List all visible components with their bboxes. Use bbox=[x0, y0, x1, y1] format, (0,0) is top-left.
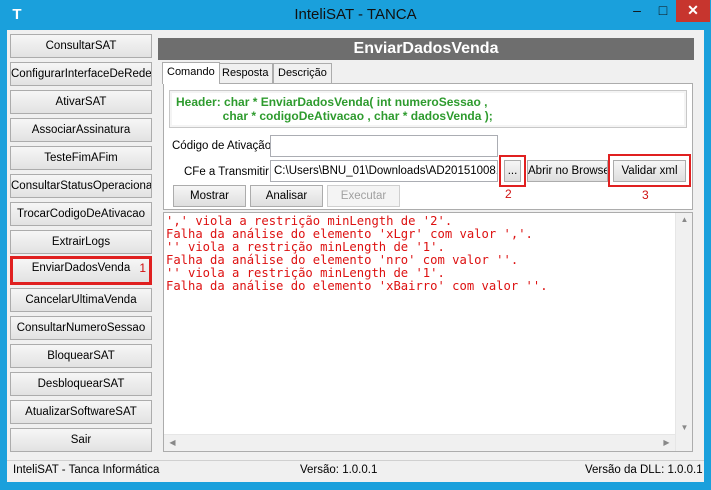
menu-consultarnumerosessao-button[interactable]: ConsultarNumeroSessao bbox=[10, 316, 152, 340]
annotation-1: 1 bbox=[139, 261, 146, 275]
output-line: '' viola a restrição minLength de '1'. bbox=[166, 240, 445, 254]
output-text-area[interactable]: ',' viola a restrição minLength de '2'. … bbox=[163, 212, 693, 452]
menu-atualizarsoftwaresat-button[interactable]: AtualizarSoftwareSAT bbox=[10, 400, 152, 424]
window-title: InteliSAT - TANCA bbox=[294, 6, 417, 23]
scroll-right-icon[interactable]: ▶ bbox=[658, 438, 675, 447]
output-line: Falha da análise do elemento 'xLgr' com … bbox=[166, 227, 533, 241]
status-version: Versão: 1.0.0.1 bbox=[300, 464, 378, 476]
menu-desbloquearsat-button[interactable]: DesbloquearSAT bbox=[10, 372, 152, 396]
cfe-path-input[interactable]: C:\Users\BNU_01\Downloads\AD2015100816: bbox=[270, 160, 498, 182]
menu-consultarsat-button[interactable]: ConsultarSAT bbox=[10, 34, 152, 58]
menu-cancelarultimavenda-button[interactable]: CancelarUltimaVenda bbox=[10, 288, 152, 312]
status-company: InteliSAT - Tanca Informática bbox=[13, 464, 160, 476]
title-bar[interactable]: T InteliSAT - TANCA – □ ✕ bbox=[0, 0, 711, 30]
menu-enviardadosvenda-button[interactable]: EnviarDadosVenda 1 bbox=[10, 256, 152, 285]
menu-trocarcodigodeativacao-button[interactable]: TrocarCodigoDeAtivacao bbox=[10, 202, 152, 226]
menu-associarassinatura-button[interactable]: AssociarAssinatura bbox=[10, 118, 152, 142]
highlight-frame-browse bbox=[499, 155, 526, 187]
annotation-3: 3 bbox=[642, 188, 649, 202]
menu-testefimafim-button[interactable]: TesteFimAFim bbox=[10, 146, 152, 170]
scroll-up-icon[interactable]: ▲ bbox=[676, 215, 693, 224]
executar-button[interactable]: Executar bbox=[327, 185, 400, 207]
output-line: Falha da análise do elemento 'xBairro' c… bbox=[166, 279, 548, 293]
scroll-left-icon[interactable]: ◀ bbox=[164, 438, 181, 447]
command-panel: EnviarDadosVenda Comando Resposta Descri… bbox=[158, 35, 698, 455]
tab-resposta[interactable]: Resposta bbox=[217, 63, 274, 83]
panel-title: EnviarDadosVenda bbox=[158, 38, 694, 60]
menu-sair-button[interactable]: Sair bbox=[10, 428, 152, 452]
highlight-frame-validar bbox=[608, 154, 691, 187]
header-line-2: char * codigoDeAtivacao , char * dadosVe… bbox=[176, 109, 493, 123]
tab-descricao[interactable]: Descrição bbox=[273, 63, 332, 83]
status-dll-version: Versão da DLL: 1.0.0.1 bbox=[585, 464, 703, 476]
app-window: T InteliSAT - TANCA – □ ✕ ConsultarSAT C… bbox=[0, 0, 711, 490]
menu-enviardadosvenda-label: EnviarDadosVenda bbox=[31, 262, 131, 274]
output-line: Falha da análise do elemento 'nro' com v… bbox=[166, 253, 519, 267]
maximize-button[interactable]: □ bbox=[650, 0, 676, 22]
menu-extrairlogs-button[interactable]: ExtrairLogs bbox=[10, 230, 152, 254]
output-line: ',' viola a restrição minLength de '2'. bbox=[166, 214, 453, 228]
output-line: '' viola a restrição minLength de '1'. bbox=[166, 266, 445, 280]
menu-configurarinterfacederede-button[interactable]: ConfigurarInterfaceDeRede bbox=[10, 62, 152, 86]
menu-consultarstatusoperacional-button[interactable]: ConsultarStatusOperacional bbox=[10, 174, 152, 198]
analisar-button[interactable]: Analisar bbox=[250, 185, 323, 207]
scroll-down-icon[interactable]: ▼ bbox=[676, 423, 693, 432]
header-line-1: Header: char * EnviarDadosVenda( int num… bbox=[176, 95, 488, 109]
vertical-scrollbar[interactable]: ▲ ▼ bbox=[675, 213, 692, 451]
menu-ativarsat-button[interactable]: AtivarSAT bbox=[10, 90, 152, 114]
mostrar-button[interactable]: Mostrar bbox=[173, 185, 246, 207]
open-in-browser-button[interactable]: Abrir no Browser bbox=[527, 160, 608, 182]
client-area: ConsultarSAT ConfigurarInterfaceDeRede A… bbox=[7, 30, 704, 460]
codigo-ativacao-label: Código de Ativação: bbox=[172, 140, 275, 152]
horizontal-scrollbar[interactable]: ◀ ▶ bbox=[164, 434, 675, 451]
close-button[interactable]: ✕ bbox=[676, 0, 710, 22]
status-bar: InteliSAT - Tanca Informática Versão: 1.… bbox=[7, 460, 704, 482]
annotation-2: 2 bbox=[505, 187, 512, 201]
menu-bloquearsat-button[interactable]: BloquearSAT bbox=[10, 344, 152, 368]
cfe-transmitir-label: CFe a Transmitir: bbox=[184, 166, 273, 178]
function-header-box: Header: char * EnviarDadosVenda( int num… bbox=[169, 90, 687, 128]
tab-comando[interactable]: Comando bbox=[162, 62, 220, 84]
tab-content: Header: char * EnviarDadosVenda( int num… bbox=[163, 83, 693, 210]
codigo-ativacao-input[interactable] bbox=[270, 135, 498, 157]
minimize-button[interactable]: – bbox=[624, 0, 650, 22]
